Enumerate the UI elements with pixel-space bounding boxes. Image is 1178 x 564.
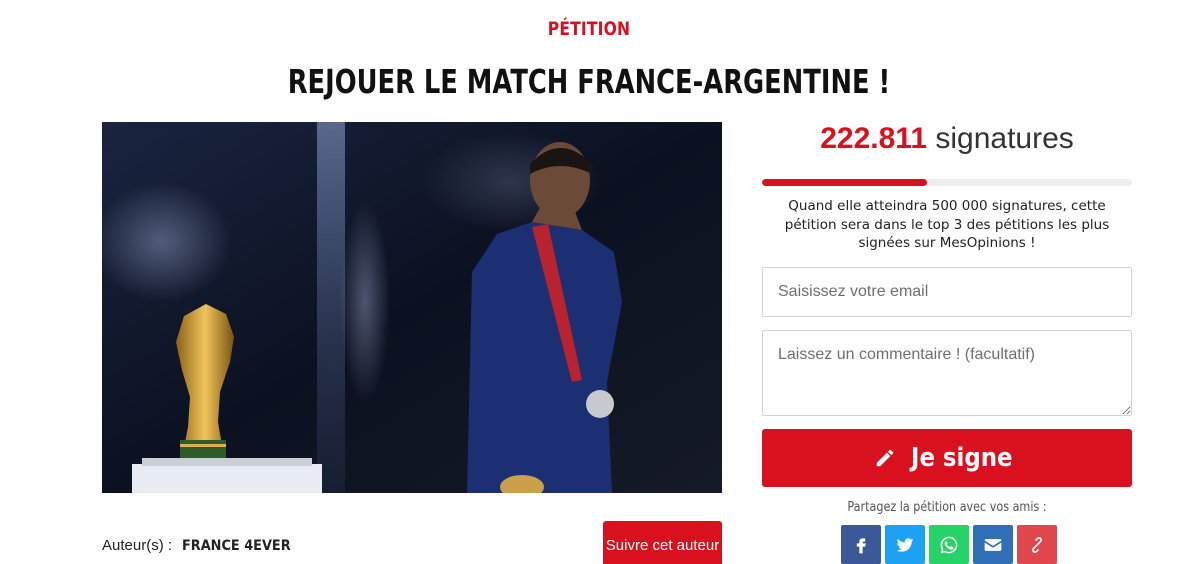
share-whatsapp-button[interactable] (929, 525, 969, 564)
follow-author-button[interactable]: Suivre cet auteur (603, 521, 722, 564)
author-label: Auteur(s) : (102, 537, 173, 554)
facebook-icon (856, 537, 866, 553)
author-row: Auteur(s) : FRANCE 4EVER (102, 537, 300, 554)
email-input[interactable] (762, 267, 1132, 317)
petition-image (102, 122, 722, 493)
signature-progress-fill (762, 179, 927, 186)
signature-progress-bar (762, 179, 1132, 186)
twitter-icon (896, 537, 914, 552)
share-twitter-button[interactable] (885, 525, 925, 564)
comment-textarea[interactable] (762, 330, 1132, 416)
link-icon (1032, 536, 1042, 553)
share-buttons (841, 525, 1057, 564)
share-email-button[interactable] (973, 525, 1013, 564)
sign-button[interactable]: Je signe (762, 429, 1132, 487)
signature-goal-text: Quand elle atteindra 500 000 signatures,… (784, 198, 1110, 251)
whatsapp-icon (940, 536, 958, 553)
signature-unit: signatures (935, 122, 1074, 155)
petition-title: REJOUER LE MATCH FRANCE-ARGENTINE ! (287, 62, 891, 101)
share-facebook-button[interactable] (841, 525, 881, 564)
share-link-button[interactable] (1017, 525, 1057, 564)
sign-button-label: Je signe (911, 443, 1013, 473)
author-name[interactable]: FRANCE 4EVER (182, 538, 291, 554)
signature-number: 222.811 (820, 122, 928, 155)
email-icon (984, 538, 1002, 551)
page-kicker: PÉTITION (547, 18, 631, 40)
signature-count: 222.811 signatures (762, 122, 1132, 156)
pencil-icon (876, 449, 894, 467)
share-label: Partagez la pétition avec vos amis : (847, 500, 1047, 515)
